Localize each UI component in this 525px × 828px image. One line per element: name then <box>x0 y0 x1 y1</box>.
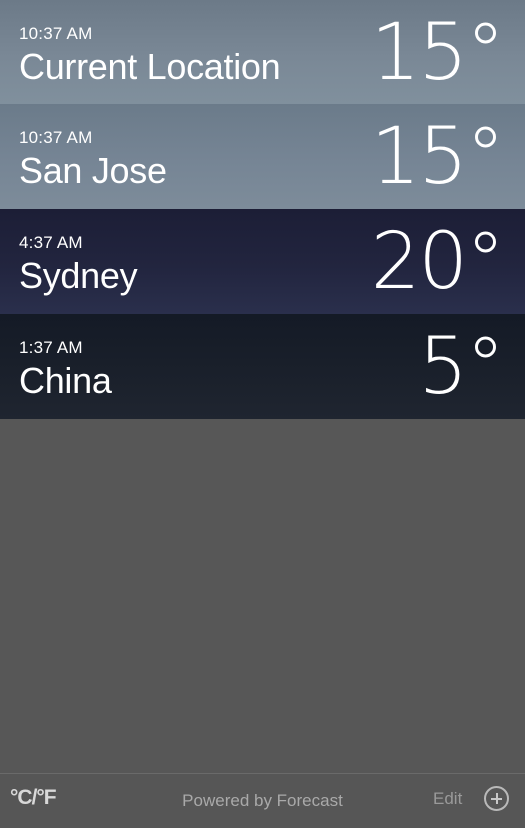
city-time: 10:37 AM <box>19 128 93 147</box>
city-time: 1:37 AM <box>19 338 83 357</box>
powered-by-link[interactable]: Powered by Forecast <box>182 791 343 810</box>
footer-toolbar: °C/°F Powered by Forecast Edit <box>0 773 525 828</box>
city-temperature: 20° <box>370 217 505 307</box>
city-temperature: 5° <box>418 322 505 412</box>
city-name: Current Location <box>19 46 281 87</box>
city-temperature: 15° <box>370 112 505 202</box>
city-row-china[interactable]: 1:37 AM China 5° <box>0 314 525 419</box>
city-name: San Jose <box>19 150 167 191</box>
city-row-current-location[interactable]: 10:37 AM Current Location 15° <box>0 0 525 104</box>
city-row-sydney[interactable]: 4:37 AM Sydney 20° <box>0 209 525 314</box>
edit-button[interactable]: Edit <box>433 789 462 809</box>
city-list: 10:37 AM Current Location 15° 10:37 AM S… <box>0 0 525 419</box>
city-temperature: 15° <box>370 8 505 98</box>
city-row-san-jose[interactable]: 10:37 AM San Jose 15° <box>0 104 525 209</box>
plus-circle-icon[interactable] <box>484 786 509 811</box>
city-name: Sydney <box>19 255 138 296</box>
city-name: China <box>19 360 112 401</box>
plus-icon-vertical <box>495 793 498 804</box>
city-time: 10:37 AM <box>19 24 93 43</box>
city-time: 4:37 AM <box>19 233 83 252</box>
